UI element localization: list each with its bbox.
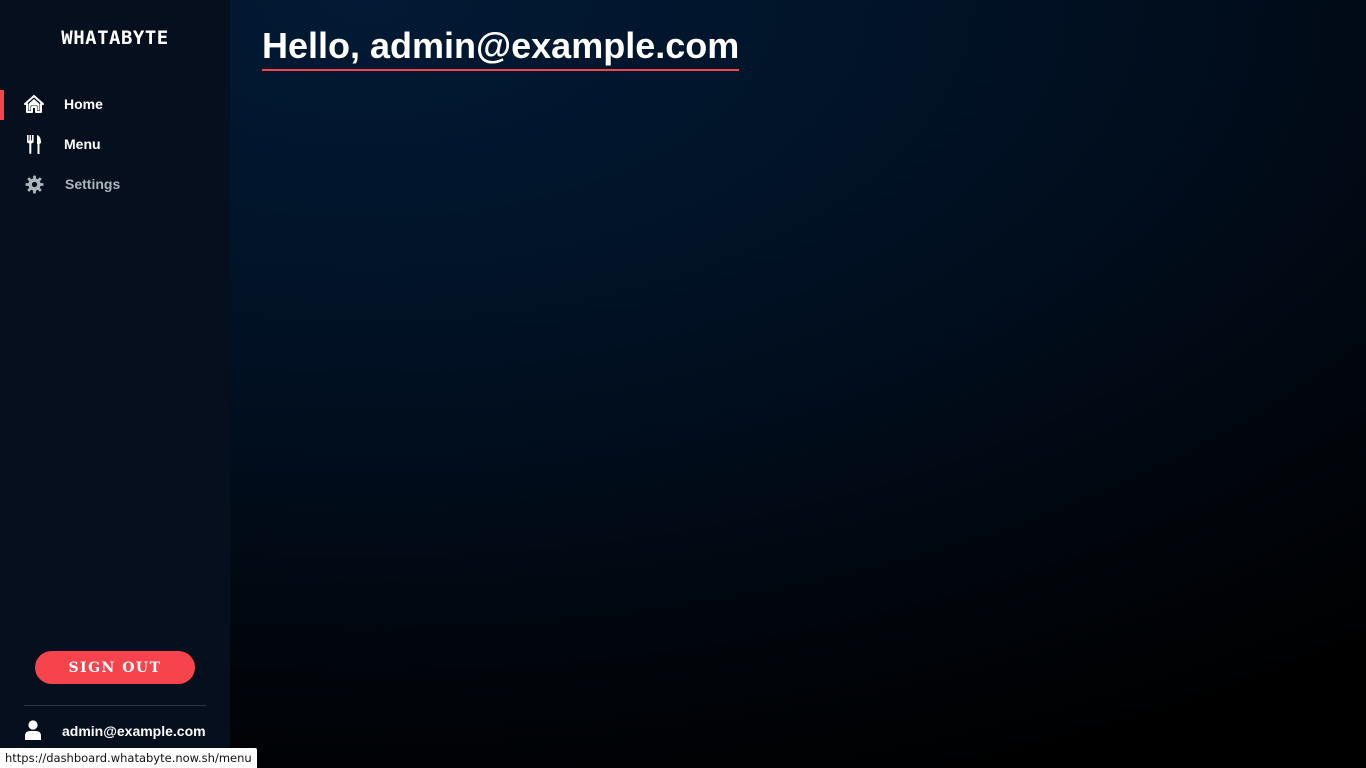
sidebar-item-settings[interactable]: Settings [0,164,230,204]
gear-icon [24,174,44,194]
sidebar-item-menu[interactable]: Menu [0,124,230,164]
sidebar-item-label: Home [64,96,103,112]
page-title: Hello, admin@example.com [262,26,740,71]
user-email: admin@example.com [62,723,206,739]
link-preview-status-bar: https://dashboard.whatabyte.now.sh/menu [0,748,257,768]
sidebar-item-home[interactable]: Home [0,84,230,124]
sidebar: WHATABYTE Home Menu Settings SIGN OUT ad… [0,0,230,768]
app-window: WHATABYTE Home Menu Settings SIGN OUT ad… [0,0,1366,768]
active-indicator [0,90,4,120]
user-icon [24,720,42,740]
fork-knife-icon [24,134,44,154]
user-profile[interactable]: admin@example.com [0,716,230,746]
sidebar-item-label: Menu [64,136,101,152]
main-content: Hello, admin@example.com [230,0,1366,768]
home-icon [24,94,44,114]
sidebar-item-label: Settings [65,176,121,192]
sign-out-button[interactable]: SIGN OUT [35,651,195,684]
sidebar-divider [24,705,206,706]
brand-logo[interactable]: WHATABYTE [0,27,230,49]
sidebar-nav: Home Menu Settings [0,84,230,204]
